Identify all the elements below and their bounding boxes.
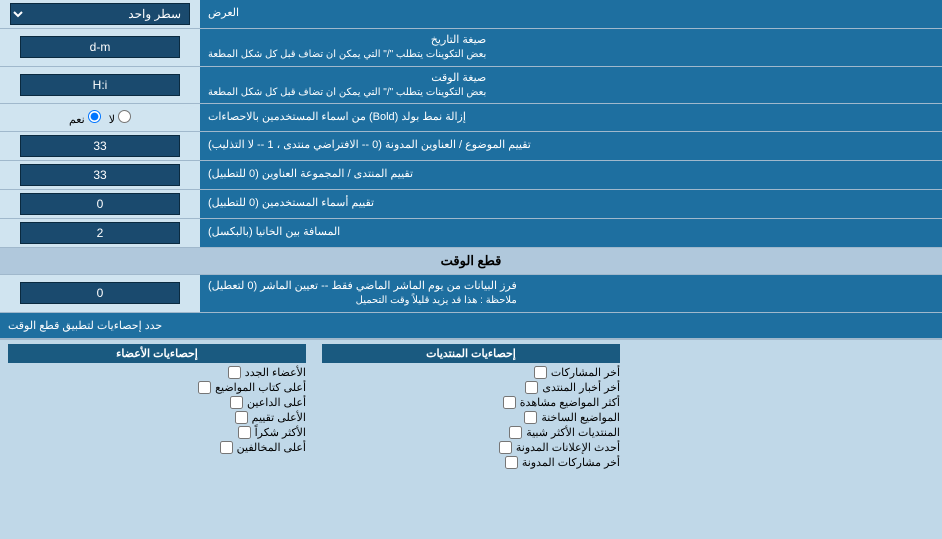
checkbox-item: أخر المشاركات: [322, 366, 620, 379]
sort-topics-input[interactable]: [20, 135, 180, 157]
sort-topics-control: [0, 132, 200, 160]
display-select[interactable]: سطر واحد سطرين ثلاثة أسطر: [10, 3, 190, 25]
sort-forum-control: [0, 161, 200, 189]
checkbox-members-3[interactable]: [230, 396, 243, 409]
distance-control: [0, 219, 200, 247]
members-col: إحصاءيات الأعضاء الأعضاء الجدد أعلى كتاب…: [0, 344, 314, 471]
distance-label: المسافة بين الخانيا (بالبكسل): [200, 219, 942, 247]
checkbox-item: أخر مشاركات المدونة: [322, 456, 620, 469]
sort-topics-row: تقييم الموضوع / العناوين المدونة (0 -- ا…: [0, 132, 942, 161]
sort-topics-label: تقييم الموضوع / العناوين المدونة (0 -- ا…: [200, 132, 942, 160]
checkbox-posts-6[interactable]: [499, 441, 512, 454]
sort-users-label: تقييم أسماء المستخدمين (0 للتطبيل): [200, 190, 942, 218]
time-format-control: [0, 67, 200, 104]
checkbox-members-5[interactable]: [238, 426, 251, 439]
radio-yes[interactable]: [88, 110, 101, 123]
bold-names-label: إزالة نمط بولد (Bold) من اسماء المستخدمي…: [200, 104, 942, 131]
checkbox-item: أحدث الإعلانات المدونة: [322, 441, 620, 454]
stats-section: حدد إحصاءيات لتطبيق قطع الوقت إحصاءيات ا…: [0, 313, 942, 475]
checkbox-members-1[interactable]: [228, 366, 241, 379]
stats-header-row: حدد إحصاءيات لتطبيق قطع الوقت: [0, 313, 942, 340]
sort-forum-label: تقييم المنتدى / المجموعة العناوين (0 للت…: [200, 161, 942, 189]
display-control: سطر واحد سطرين ثلاثة أسطر: [0, 0, 200, 28]
checkbox-item: الأعلى تقييم: [8, 411, 306, 424]
date-format-input[interactable]: [20, 36, 180, 58]
distance-input[interactable]: [20, 222, 180, 244]
checkbox-item: أكثر المواضيع مشاهدة: [322, 396, 620, 409]
checkbox-item: أعلى الداعين: [8, 396, 306, 409]
cutoff-section-header: قطع الوقت: [0, 248, 942, 275]
time-format-input[interactable]: [20, 74, 180, 96]
main-container: العرض سطر واحد سطرين ثلاثة أسطر صيغة الت…: [0, 0, 942, 475]
radio-no[interactable]: [118, 110, 131, 123]
date-format-control: [0, 29, 200, 66]
cutoff-label: فرز البيانات من يوم الماشر الماضي فقط --…: [200, 275, 942, 312]
checkbox-posts-2[interactable]: [525, 381, 538, 394]
sort-users-row: تقييم أسماء المستخدمين (0 للتطبيل): [0, 190, 942, 219]
checkbox-posts-5[interactable]: [509, 426, 522, 439]
distance-row: المسافة بين الخانيا (بالبكسل): [0, 219, 942, 248]
members-header: إحصاءيات الأعضاء: [8, 344, 306, 363]
checkbox-item: الأعضاء الجدد: [8, 366, 306, 379]
checkboxes-container: إحصاءيات المنتديات أخر المشاركات أخر أخب…: [0, 340, 942, 475]
checkbox-item: أعلى المخالفين: [8, 441, 306, 454]
checkbox-members-6[interactable]: [220, 441, 233, 454]
radio-label-no: لا: [109, 110, 131, 126]
posts-header: إحصاءيات المنتديات: [322, 344, 620, 363]
checkbox-posts-1[interactable]: [534, 366, 547, 379]
checkbox-item: المنتديات الأكثر شبية: [322, 426, 620, 439]
bold-names-row: إزالة نمط بولد (Bold) من اسماء المستخدمي…: [0, 104, 942, 132]
bold-names-control: لا نعم: [0, 104, 200, 131]
time-format-row: صيغة الوقت بعض التكوينات يتطلب "/" التي …: [0, 67, 942, 105]
display-label: العرض: [200, 0, 942, 28]
checkbox-posts-4[interactable]: [524, 411, 537, 424]
bold-radio-group: لا نعم: [69, 110, 131, 126]
checkbox-item: المواضيع الساخنة: [322, 411, 620, 424]
cutoff-control: [0, 275, 200, 312]
checkbox-item: أخر أخبار المنتدى: [322, 381, 620, 394]
checkbox-members-2[interactable]: [198, 381, 211, 394]
sort-users-input[interactable]: [20, 193, 180, 215]
checkbox-item: الأكثر شكراً: [8, 426, 306, 439]
checkbox-members-4[interactable]: [235, 411, 248, 424]
checkbox-item: أعلى كتاب المواضيع: [8, 381, 306, 394]
posts-col: إحصاءيات المنتديات أخر المشاركات أخر أخب…: [314, 344, 628, 471]
date-format-label: صيغة التاريخ بعض التكوينات يتطلب "/" الت…: [200, 29, 942, 66]
checkbox-posts-3[interactable]: [503, 396, 516, 409]
date-format-row: صيغة التاريخ بعض التكوينات يتطلب "/" الت…: [0, 29, 942, 67]
display-row: العرض سطر واحد سطرين ثلاثة أسطر: [0, 0, 942, 29]
sort-users-control: [0, 190, 200, 218]
empty-col: [628, 344, 942, 471]
checkbox-posts-7[interactable]: [505, 456, 518, 469]
time-format-label: صيغة الوقت بعض التكوينات يتطلب "/" التي …: [200, 67, 942, 104]
radio-label-yes: نعم: [69, 110, 101, 126]
sort-forum-input[interactable]: [20, 164, 180, 186]
cutoff-input[interactable]: [20, 282, 180, 304]
sort-forum-row: تقييم المنتدى / المجموعة العناوين (0 للت…: [0, 161, 942, 190]
cutoff-row: فرز البيانات من يوم الماشر الماضي فقط --…: [0, 275, 942, 313]
stats-label: حدد إحصاءيات لتطبيق قطع الوقت: [0, 313, 942, 339]
